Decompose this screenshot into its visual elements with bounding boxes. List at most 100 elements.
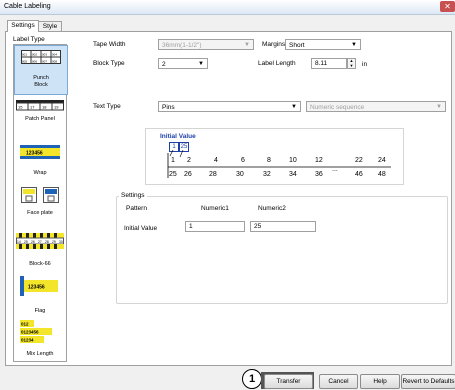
face-plate-icon bbox=[21, 187, 59, 203]
patch-icon-text: 17 bbox=[30, 105, 35, 110]
punch-block-icon: 001 002 003 004 005 006 007 008 bbox=[21, 50, 61, 64]
flag-icon: 123456 bbox=[20, 276, 58, 296]
patch-panel-icon: 15 17 18 19 bbox=[16, 100, 64, 111]
numeric1-input[interactable]: 1 bbox=[185, 221, 245, 232]
punch-icon-text: 008 bbox=[52, 60, 57, 64]
label-type-face-plate[interactable]: Face plate bbox=[14, 184, 66, 228]
chevron-down-icon: ▼ bbox=[198, 61, 204, 67]
wrap-icon: 123456 bbox=[20, 145, 60, 159]
punch-icon-text: 001 bbox=[22, 53, 27, 57]
chevron-down-icon: ▼ bbox=[436, 104, 442, 110]
mix-icon-text: 012 bbox=[21, 322, 29, 327]
numeric-sequence-value: Numeric sequence bbox=[310, 104, 365, 111]
tape-width-select[interactable]: 36mm(1-1/2") ▼ bbox=[158, 39, 254, 50]
settings-group-title: Settings bbox=[119, 192, 147, 199]
numeric2-header: Numeric2 bbox=[258, 205, 286, 212]
diagram-top-cell: 6 bbox=[241, 157, 245, 164]
label-type-punch-block[interactable]: 001 002 003 004 005 006 007 008 Punch Bl… bbox=[14, 45, 68, 95]
label-type-flag-label: Flag bbox=[34, 308, 46, 314]
diagram-bottom-cell: 32 bbox=[263, 171, 271, 178]
tape-width-value: 36mm(1-1/2") bbox=[162, 42, 202, 49]
settings-group bbox=[116, 196, 448, 304]
diagram-bottom-cell: 28 bbox=[209, 171, 217, 178]
margins-select[interactable]: Short ▼ bbox=[285, 39, 361, 50]
label-type-mix-length[interactable]: 012 0123456 01234 Mix Length bbox=[14, 320, 66, 360]
punch-icon-text: 003 bbox=[42, 53, 47, 57]
transfer-button[interactable]: Transfer bbox=[264, 374, 313, 389]
diagram-bottom-cell: 36 bbox=[315, 171, 323, 178]
diagram-top-cell: 10 bbox=[289, 157, 297, 164]
block-type-label: Block Type bbox=[93, 60, 125, 67]
label-type-list: 001 002 003 004 005 006 007 008 Punch Bl… bbox=[13, 44, 68, 362]
mix-icon-text: 01234 bbox=[21, 338, 34, 343]
diagram-top-cell: 1 bbox=[171, 157, 175, 164]
label-type-punch-block-label: Punch Block bbox=[33, 75, 49, 88]
margins-value: Short bbox=[289, 42, 305, 49]
label-length-value: 8.11 bbox=[315, 60, 328, 67]
text-type-select[interactable]: Pins ▼ bbox=[158, 101, 301, 112]
label-type-block-66-label: Block-66 bbox=[29, 261, 51, 267]
diagram-top-cell: 12 bbox=[315, 157, 323, 164]
block-type-select[interactable]: 2 ▼ bbox=[158, 58, 208, 69]
patch-icon-text: 19 bbox=[54, 105, 59, 110]
label-length-input[interactable]: 8.11 bbox=[311, 58, 347, 69]
diagram-bottom-cell: 30 bbox=[236, 171, 244, 178]
flag-icon-text: 123456 bbox=[28, 285, 45, 291]
block-66-icon: 14 25 26 27 28 29 30 bbox=[16, 233, 64, 249]
diagram-top-cell: 8 bbox=[267, 157, 271, 164]
label-type-flag[interactable]: 123456 Flag bbox=[14, 274, 66, 316]
diagram-bottom-cell: 48 bbox=[378, 171, 386, 178]
block-type-value: 2 bbox=[162, 61, 166, 68]
mix-icon-text: 0123456 bbox=[21, 330, 39, 335]
margins-label: Margins bbox=[262, 41, 286, 48]
diagram-bottom-cell: 46 bbox=[355, 171, 363, 178]
title-bar: Cable Labeling ✕ bbox=[0, 0, 455, 15]
chevron-down-icon: ▼ bbox=[291, 104, 297, 110]
revert-defaults-button[interactable]: Revert to Defaults bbox=[401, 374, 455, 389]
label-type-block-66[interactable]: 14 25 26 27 28 29 30 Block-66 bbox=[14, 231, 66, 271]
chevron-down-icon: ▼ bbox=[244, 42, 250, 48]
diagram-bottom-row: 25 26 28 30 32 34 36 46 48 bbox=[168, 171, 390, 180]
diagram-top-cell: 22 bbox=[355, 157, 363, 164]
close-icon: ✕ bbox=[444, 2, 451, 11]
diagram-top-row: 1 2 4 6 8 10 12 22 24 bbox=[168, 157, 390, 166]
window-title: Cable Labeling bbox=[4, 3, 51, 10]
help-button[interactable]: Help bbox=[360, 374, 400, 389]
chevron-down-icon: ▼ bbox=[351, 42, 357, 48]
block66-icon-text: 30 bbox=[59, 240, 63, 244]
block66-icon-text: 29 bbox=[52, 240, 56, 244]
diagram-bottom-cell: 25 bbox=[169, 171, 177, 178]
punch-icon-text: 005 bbox=[22, 60, 27, 64]
block66-icon-text: 28 bbox=[45, 240, 49, 244]
tab-settings[interactable]: Settings bbox=[7, 20, 39, 32]
block66-icon-text: 14 bbox=[17, 240, 21, 244]
patch-icon-text: 15 bbox=[18, 105, 23, 110]
cancel-button[interactable]: Cancel bbox=[319, 374, 358, 389]
label-length-spinner[interactable]: ▲ ▼ bbox=[347, 58, 356, 69]
diagram-top-cell: 24 bbox=[378, 157, 386, 164]
label-length-label: Label Length bbox=[258, 60, 296, 67]
block66-icon-text: 26 bbox=[31, 240, 35, 244]
mix-length-icon: 012 0123456 01234 bbox=[20, 320, 52, 343]
close-button[interactable]: ✕ bbox=[440, 1, 455, 12]
label-type-patch-panel[interactable]: 15 17 18 19 Patch Panel bbox=[14, 97, 66, 137]
label-type-wrap-label: Wrap bbox=[33, 170, 47, 176]
initial-value-diagram: Initial Value 1 25 1 2 4 6 8 10 12 22 24… bbox=[145, 128, 404, 185]
block66-icon-text: 25 bbox=[24, 240, 28, 244]
pattern-label: Pattern bbox=[126, 205, 147, 212]
label-type-wrap[interactable]: 123456 Wrap bbox=[14, 140, 66, 180]
diagram-bottom-cell: 34 bbox=[289, 171, 297, 178]
numeric2-input[interactable]: 25 bbox=[250, 221, 316, 232]
punch-icon-text: 007 bbox=[42, 60, 47, 64]
numeric1-value: 1 bbox=[189, 223, 193, 230]
punch-icon-text: 004 bbox=[52, 53, 57, 57]
tape-width-label: Tape Width bbox=[93, 41, 126, 48]
punch-icon-text: 002 bbox=[32, 53, 37, 57]
text-type-value: Pins bbox=[162, 104, 175, 111]
numeric2-value: 25 bbox=[254, 223, 262, 230]
label-type-face-plate-label: Face plate bbox=[27, 210, 53, 216]
numeric-sequence-select[interactable]: Numeric sequence ▼ bbox=[306, 101, 446, 112]
wrap-icon-text: 123456 bbox=[26, 151, 43, 157]
diagram-bottom-cell: 26 bbox=[184, 171, 192, 178]
diagram-top-cell: 2 bbox=[187, 157, 191, 164]
